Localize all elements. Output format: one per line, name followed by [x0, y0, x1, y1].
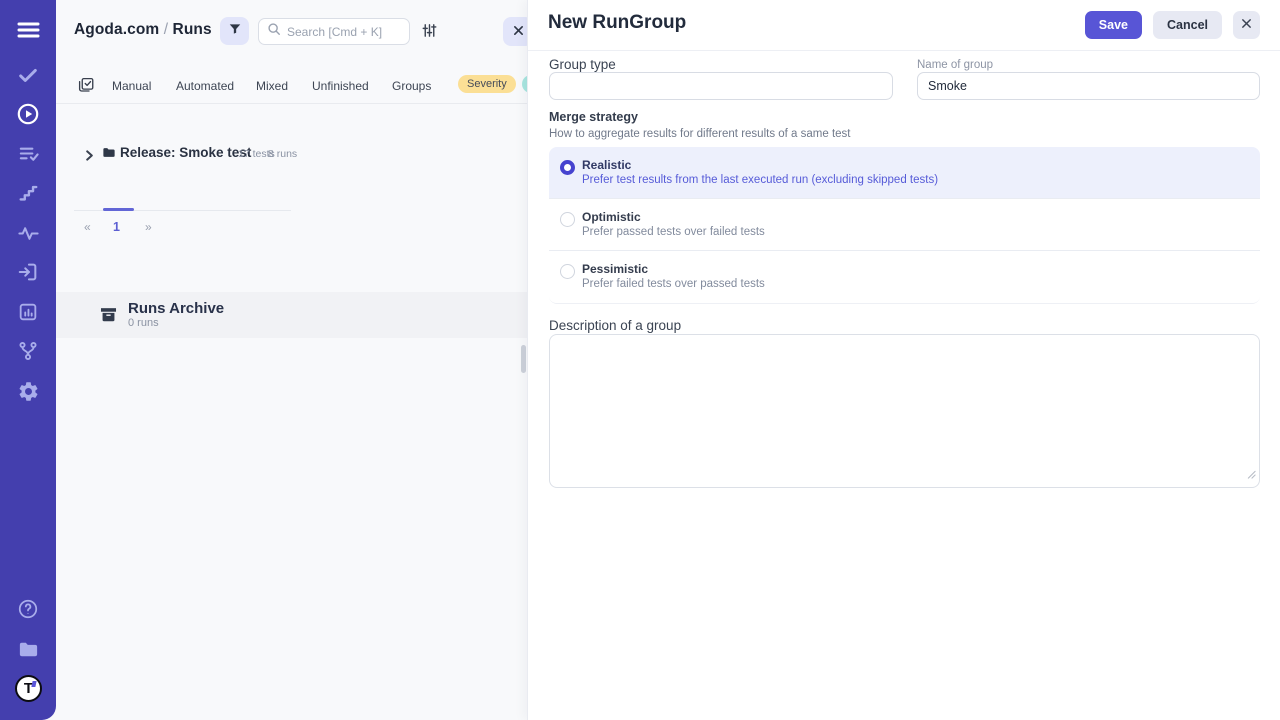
- runs-archive-row[interactable]: Runs Archive 0 runs: [56, 292, 527, 338]
- option-optimistic[interactable]: Optimistic Prefer passed tests over fail…: [549, 199, 1260, 251]
- radio-unselected-icon[interactable]: [560, 264, 575, 279]
- name-of-group-input[interactable]: [917, 72, 1260, 100]
- group-type-label: Group type: [549, 57, 616, 72]
- pagination-next[interactable]: »: [145, 220, 152, 234]
- name-of-group-label: Name of group: [917, 59, 993, 71]
- archive-subtitle: 0 runs: [128, 317, 159, 329]
- tests-check-icon[interactable]: [0, 57, 56, 93]
- drawer-title: New RunGroup: [548, 12, 686, 34]
- description-textarea[interactable]: [549, 334, 1260, 488]
- option-description: Prefer test results from the last execut…: [582, 174, 938, 186]
- rungroup-tree-row[interactable]: Release: Smoke test 17 tests 8 runs: [56, 140, 527, 168]
- adjustments-icon[interactable]: [421, 22, 438, 44]
- runs-panel: Agoda.com / Runs Manual Automated Mixed …: [56, 0, 527, 720]
- chevron-right-icon[interactable]: [85, 148, 94, 166]
- option-description: Prefer passed tests over failed tests: [582, 226, 765, 238]
- filter-button[interactable]: [220, 17, 249, 45]
- archive-title: Runs Archive: [128, 300, 224, 317]
- merge-strategy-title: Merge strategy: [549, 110, 638, 124]
- close-icon: [1241, 18, 1252, 32]
- description-field-wrap: [549, 334, 1260, 488]
- bar-chart-icon[interactable]: [0, 294, 56, 330]
- gear-icon[interactable]: [0, 373, 56, 409]
- severity-badge[interactable]: Severity: [458, 75, 516, 93]
- help-icon[interactable]: [0, 591, 56, 627]
- save-button[interactable]: Save: [1085, 11, 1142, 39]
- breadcrumb-separator: /: [159, 21, 172, 38]
- drawer-actions: Save Cancel: [1085, 11, 1260, 39]
- cancel-button[interactable]: Cancel: [1153, 11, 1222, 39]
- breadcrumb[interactable]: Agoda.com / Runs: [74, 21, 212, 39]
- pagination-page-1[interactable]: 1: [113, 220, 120, 234]
- search-input[interactable]: [287, 25, 397, 39]
- folder-icon[interactable]: [0, 631, 56, 667]
- select-all-icon[interactable]: [77, 76, 95, 99]
- pagination-active-indicator: [103, 208, 134, 211]
- import-icon[interactable]: [0, 254, 56, 290]
- tab-automated[interactable]: Automated: [176, 76, 234, 96]
- filter-tabs: Manual Automated Mixed Unfinished Groups…: [56, 70, 527, 104]
- option-realistic[interactable]: Realistic Prefer test results from the l…: [549, 147, 1260, 199]
- folder-closed-icon: [101, 145, 117, 165]
- merge-strategy-options: Realistic Prefer test results from the l…: [549, 147, 1260, 304]
- breadcrumb-project[interactable]: Agoda.com: [74, 21, 159, 38]
- pulse-icon[interactable]: [0, 215, 56, 251]
- option-title: Pessimistic: [582, 262, 648, 276]
- play-circle-icon[interactable]: [0, 96, 56, 132]
- rungroup-label[interactable]: Release: Smoke test: [120, 145, 251, 160]
- radio-selected-icon[interactable]: [560, 160, 575, 175]
- option-title: Optimistic: [582, 210, 641, 224]
- option-description: Prefer failed tests over passed tests: [582, 278, 765, 290]
- tab-groups[interactable]: Groups: [392, 76, 431, 96]
- breadcrumb-page: Runs: [173, 21, 212, 38]
- drawer-header: New RunGroup Save Cancel: [528, 0, 1280, 51]
- tab-manual[interactable]: Manual: [112, 76, 151, 96]
- app-sidebar: T: [0, 0, 56, 720]
- new-rungroup-drawer: New RunGroup Save Cancel Group type Name…: [527, 0, 1280, 720]
- merge-strategy-subtitle: How to aggregate results for different r…: [549, 128, 851, 140]
- search-icon: [267, 22, 281, 41]
- tab-unfinished[interactable]: Unfinished: [312, 76, 369, 96]
- radio-unselected-icon[interactable]: [560, 212, 575, 227]
- close-icon: [513, 23, 524, 41]
- pagination-prev[interactable]: «: [84, 220, 91, 234]
- option-pessimistic[interactable]: Pessimistic Prefer failed tests over pas…: [549, 251, 1260, 303]
- search-box[interactable]: [258, 18, 410, 45]
- funnel-icon: [228, 22, 242, 41]
- archive-icon: [99, 305, 118, 329]
- git-branch-icon[interactable]: [0, 333, 56, 369]
- description-label: Description of a group: [549, 318, 681, 333]
- menu-icon[interactable]: [0, 12, 56, 48]
- group-type-input[interactable]: [549, 72, 893, 100]
- stairs-icon[interactable]: [0, 175, 56, 211]
- drawer-close-button[interactable]: [1233, 11, 1260, 39]
- list-check-icon[interactable]: [0, 135, 56, 171]
- rungroup-runs-count: 8 runs: [268, 148, 297, 160]
- option-title: Realistic: [582, 158, 631, 172]
- tab-mixed[interactable]: Mixed: [256, 76, 288, 96]
- panel-scrollbar-thumb[interactable]: [521, 345, 526, 373]
- testomat-logo[interactable]: T: [15, 675, 42, 702]
